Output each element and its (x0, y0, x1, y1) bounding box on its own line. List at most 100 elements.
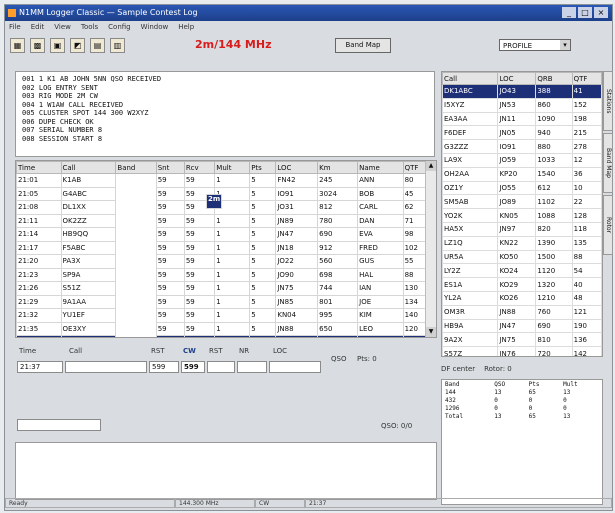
table-cell: LA9X (442, 152, 499, 168)
table-cell: JO22 (275, 254, 319, 269)
chevron-down-icon[interactable]: ▾ (560, 40, 570, 50)
profile-select[interactable]: PROFILE ▾ (499, 39, 571, 51)
station-row[interactable]: F6DEF JN05 940 215 (442, 125, 602, 141)
column-header[interactable]: Time (16, 161, 62, 174)
column-header[interactable]: Rcv (183, 161, 216, 174)
table-cell: 9A2X (442, 332, 499, 348)
menu-window[interactable]: Window (141, 21, 169, 34)
station-row[interactable]: HB9A JN47 690 190 (442, 318, 602, 334)
band-map-button[interactable]: Band Map (335, 38, 391, 53)
menu-edit[interactable]: Edit (31, 21, 45, 34)
print-icon[interactable]: ▤ (90, 37, 105, 53)
station-row[interactable]: UR5A KO50 1500 88 (442, 249, 602, 265)
cw-field[interactable]: 599 (181, 361, 205, 373)
notes-area[interactable] (15, 442, 437, 500)
column-header[interactable]: Name (357, 161, 404, 174)
close-icon[interactable]: × (594, 7, 608, 18)
station-row[interactable]: LY2Z KO24 1120 54 (442, 263, 602, 279)
qso-row[interactable]: 21:20PA3X2m595915JO22560GUS55 (16, 194, 436, 269)
locator-field[interactable] (269, 361, 321, 373)
station-row[interactable]: HA5X JN97 820 118 (442, 221, 602, 237)
stats-cell: 0 (528, 396, 533, 404)
qso-row[interactable]: 21:299A1AA2m595915JN85801JOE134 (16, 194, 436, 309)
qso-row[interactable]: 21:26S51Z2m595915JN75744IAN130 (16, 194, 436, 296)
table-cell: OE3XY (60, 321, 117, 336)
qso-row[interactable]: 21:37ON4ZZ2m595915JO20710MAX76 (16, 194, 436, 337)
column-header[interactable]: Km (317, 161, 359, 174)
qso-row[interactable]: 21:32YU1EF2m595915KN04995KIM140 (16, 194, 436, 323)
call-field[interactable] (65, 361, 147, 373)
station-row[interactable]: OZ1Y JO55 612 10 (442, 180, 602, 196)
qso-row[interactable]: 21:35OE3XY2m595915JN88650LEO120 (16, 194, 436, 336)
qso-scrollbar[interactable]: ▲ ▼ (425, 161, 436, 337)
rst-rcvd-field[interactable] (207, 361, 235, 373)
calendar-icon[interactable]: ▣ (50, 37, 65, 53)
station-row[interactable]: 9A2X JN75 810 136 (442, 332, 602, 348)
column-header[interactable]: Call (60, 161, 117, 174)
tile-icon[interactable]: ▩ (30, 37, 45, 53)
tab-band-map[interactable]: Band Map (603, 133, 613, 193)
menu-view[interactable]: View (54, 21, 71, 34)
column-header[interactable]: Call (442, 72, 499, 85)
chart-icon[interactable]: ◩ (70, 37, 85, 53)
rst-sent-field[interactable]: 599 (149, 361, 179, 373)
table-cell: JN75 (275, 281, 319, 296)
tab-stations[interactable]: Stations (603, 71, 613, 131)
table-cell: 5 (249, 173, 277, 188)
station-row[interactable]: ES1A KO29 1320 40 (442, 277, 602, 292)
tab-rotor[interactable]: Rotor (603, 195, 613, 255)
menu-help[interactable]: Help (178, 21, 194, 34)
station-row[interactable]: EA3AA JN11 1090 198 (442, 111, 602, 127)
column-header[interactable]: Pts (249, 161, 277, 174)
column-header[interactable]: LOC (275, 161, 319, 174)
qso-row[interactable]: 21:08DL1XX2m595915JO31812CARL62 (16, 194, 436, 215)
station-grid: Call LOC QRB QTF DK1ABC JO43 388 41 I5XYZ JN53 860… (442, 72, 602, 356)
station-row[interactable]: YO2K KN05 1088 128 (442, 208, 602, 223)
qso-row[interactable]: 21:05G4ABC2m595915IO913024BOB45 (16, 186, 436, 209)
column-header[interactable]: Mult (214, 161, 251, 174)
station-row[interactable]: S57Z JN76 720 142 (442, 346, 602, 356)
column-header[interactable]: QTF (571, 72, 602, 85)
scroll-down-icon[interactable]: ▼ (426, 327, 436, 337)
column-header[interactable]: Snt (155, 161, 185, 174)
station-row[interactable]: OM3R JN88 760 121 (442, 304, 602, 320)
table-cell: 59 (155, 308, 185, 323)
log-icon[interactable]: ▦ (10, 37, 25, 53)
station-row[interactable]: DK1ABC JO43 388 41 (442, 84, 602, 99)
station-row[interactable]: LZ1Q KN22 1390 135 (442, 235, 602, 251)
station-row[interactable]: SM5AB JO89 1102 22 (442, 194, 602, 210)
table-cell: 59 (155, 227, 185, 242)
menu-tools[interactable]: Tools (81, 21, 98, 34)
table-cell: HB9QQ (60, 227, 117, 242)
column-header[interactable]: QRB (535, 72, 573, 85)
station-row[interactable]: YL2A KO26 1210 48 (442, 290, 602, 306)
table-cell: 135 (571, 235, 602, 251)
station-row[interactable]: I5XYZ JN53 860 152 (442, 97, 602, 113)
qso-row[interactable]: 21:17F5ABC2m595915JN18912FRED102 (16, 194, 436, 255)
table-cell: 59 (183, 281, 216, 296)
qso-row[interactable]: 21:23SP9A2m595915JO90698HAL88 (16, 194, 436, 282)
nr-field[interactable] (237, 361, 267, 373)
comment-field[interactable] (17, 419, 101, 431)
station-row[interactable]: OH2AA KP20 1540 36 (442, 166, 602, 182)
time-field[interactable]: 21:37 (17, 361, 63, 373)
scroll-up-icon[interactable]: ▲ (426, 161, 436, 171)
table-cell: 710 (317, 335, 359, 337)
maximize-icon[interactable]: □ (578, 7, 592, 18)
log-line: 003 RIG MODE 2M CW (22, 92, 98, 100)
table-cell: 5 (249, 213, 277, 228)
column-header[interactable]: LOC (497, 72, 537, 85)
column-header[interactable]: Band (115, 161, 157, 174)
qso-row[interactable]: 21:11OK2ZZ2m595915JN89780DAN71 (16, 194, 436, 228)
log-line: 007 SERIAL NUMBER 8 (22, 126, 103, 134)
station-row[interactable]: LA9X JO59 1033 12 (442, 152, 602, 168)
qso-row[interactable]: 21:14HB9QQ2m595915JN47690EVA98 (16, 194, 436, 242)
table-icon[interactable]: ▥ (110, 37, 125, 53)
menu-config[interactable]: Config (108, 21, 130, 34)
table-cell: 21:14 (16, 227, 62, 242)
qso-row[interactable]: 21:01K1AB2m595915FN42245ANN80 (16, 173, 436, 209)
table-cell: BOB (357, 186, 404, 201)
station-row[interactable]: G3ZZZ IO91 880 278 (442, 139, 602, 154)
minimize-icon[interactable]: _ (562, 7, 576, 18)
menu-file[interactable]: File (9, 21, 21, 34)
